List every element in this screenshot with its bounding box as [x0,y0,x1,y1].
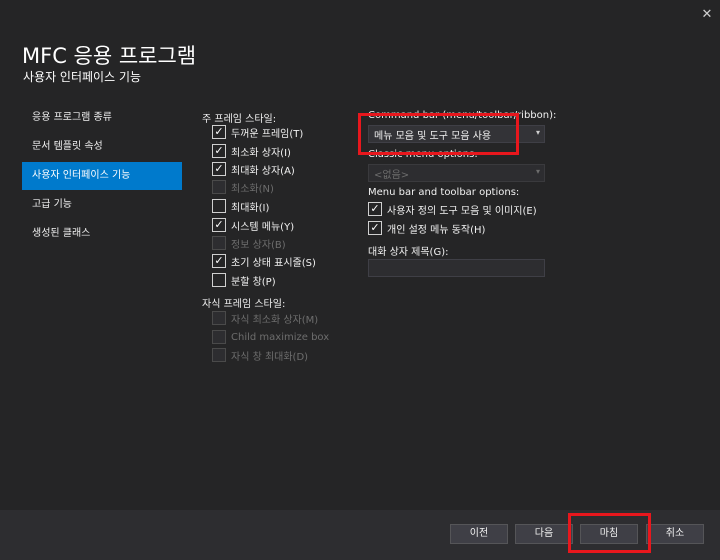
checkbox-label: 최대화 상자(A) [231,165,295,177]
child-maximize-box-checkbox[interactable]: Child maximize box [212,329,329,345]
maximized-checkbox[interactable]: 최대화(I) [212,198,269,214]
sidebar-item-document-template[interactable]: 문서 템플릿 속성 [22,133,182,161]
system-menu-checkbox[interactable]: ✓ 시스템 메뉴(Y) [212,217,294,233]
check-icon: ✓ [212,218,226,232]
main-frame-style-label: 주 프레임 스타일: [202,114,277,125]
checkbox-label: 분할 창(P) [231,276,276,288]
check-icon: ✓ [212,162,226,176]
checkbox-label: 시스템 메뉴(Y) [231,221,295,233]
dialog-caption-label: 대화 상자 제목(G): [368,247,449,258]
dialog-caption-input[interactable] [368,259,545,277]
sidebar-item-generated-classes[interactable]: 생성된 클래스 [22,220,182,248]
sidebar-item-advanced[interactable]: 고급 기능 [22,191,182,219]
child-maximized-checkbox[interactable]: 자식 창 최대화(D) [212,347,308,363]
checkbox-label: Child maximize box [231,331,330,343]
initial-status-bar-checkbox[interactable]: ✓ 초기 상태 표시줄(S) [212,253,316,269]
checkbox-label: 정보 상자(B) [231,239,286,251]
sidebar-nav: 응용 프로그램 종류 문서 템플릿 속성 사용자 인터페이스 기능 고급 기능 … [22,104,182,249]
cancel-button[interactable]: 취소 [646,524,704,544]
checkbox-label: 초기 상태 표시줄(S) [231,257,316,269]
check-icon: ✓ [212,125,226,139]
classic-menu-value: <없음> [374,169,410,181]
thick-frame-checkbox[interactable]: ✓ 두꺼운 프레임(T) [212,124,303,140]
checkbox-label: 최소화(N) [231,183,274,195]
check-icon: ✓ [368,221,382,235]
checkbox-label: 최대화(I) [231,202,270,214]
classic-menu-dropdown[interactable]: <없음> ▾ [368,164,545,182]
chevron-down-icon: ▾ [535,128,540,137]
checkbox-label: 자식 창 최대화(D) [231,351,309,363]
sidebar-item-application-type[interactable]: 응용 프로그램 종류 [22,104,182,132]
menu-toolbar-options-label: Menu bar and toolbar options: [368,187,520,198]
checkbox-box [212,199,226,213]
minimize-box-checkbox[interactable]: ✓ 최소화 상자(I) [212,143,291,159]
checkbox-label: 개인 설정 메뉴 동작(H) [387,224,486,236]
highlight-box-finish [568,513,651,553]
checkbox-box [212,273,226,287]
maximize-box-checkbox[interactable]: ✓ 최대화 상자(A) [212,161,295,177]
checkbox-label: 두꺼운 프레임(T) [231,128,304,140]
page-subtitle: 사용자 인터페이스 기능 [23,70,142,84]
checkbox-box [212,348,226,362]
child-frame-style-label: 자식 프레임 스타일: [202,299,286,310]
next-button[interactable]: 다음 [515,524,573,544]
about-box-checkbox[interactable]: 정보 상자(B) [212,235,286,251]
checkbox-box [212,236,226,250]
checkbox-box [212,330,226,344]
page-title: MFC 응용 프로그램 [22,44,197,68]
minimized-checkbox[interactable]: 최소화(N) [212,179,274,195]
close-icon[interactable]: ✕ [698,6,716,24]
checkbox-label: 최소화 상자(I) [231,147,291,159]
checkbox-box [212,311,226,325]
check-icon: ✓ [212,254,226,268]
check-icon: ✓ [368,202,382,216]
checkbox-label: 자식 최소화 상자(M) [231,314,319,326]
split-window-checkbox[interactable]: 분할 창(P) [212,272,276,288]
previous-button[interactable]: 이전 [450,524,508,544]
sidebar-item-user-interface[interactable]: 사용자 인터페이스 기능 [22,162,182,190]
highlight-box-command-bar [358,113,519,155]
chevron-down-icon: ▾ [535,167,540,176]
user-toolbar-images-checkbox[interactable]: ✓ 사용자 정의 도구 모음 및 이미지(E) [368,201,537,217]
checkbox-label: 사용자 정의 도구 모음 및 이미지(E) [387,205,537,217]
checkbox-box [212,180,226,194]
child-minimize-box-checkbox[interactable]: 자식 최소화 상자(M) [212,310,318,326]
personalized-menu-checkbox[interactable]: ✓ 개인 설정 메뉴 동작(H) [368,220,485,236]
check-icon: ✓ [212,144,226,158]
